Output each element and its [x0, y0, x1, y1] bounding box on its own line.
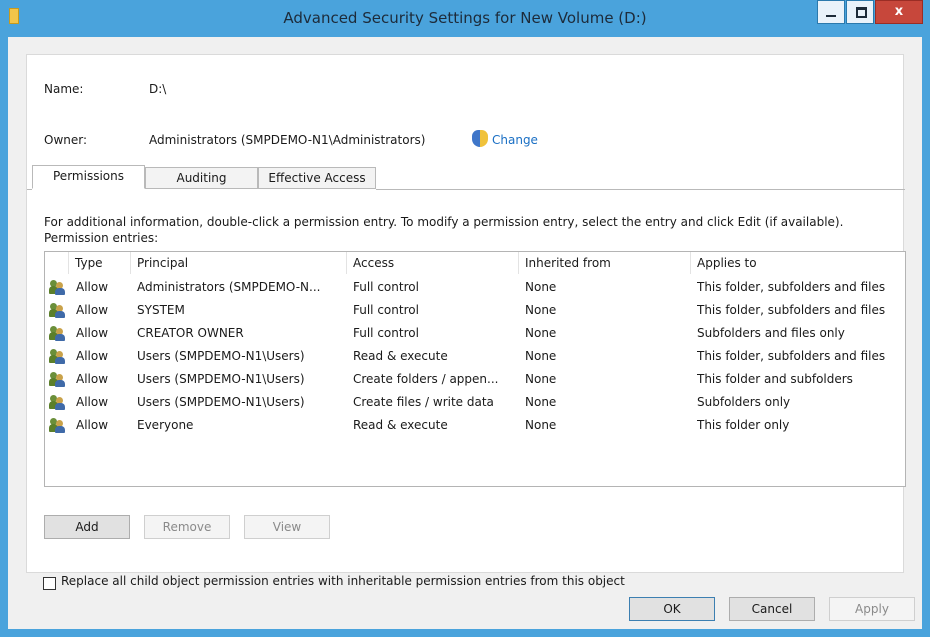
row-applies-to: This folder, subfolders and files [697, 303, 886, 317]
cancel-button[interactable]: Cancel [729, 597, 815, 621]
tab-effective-access[interactable]: Effective Access [258, 167, 376, 189]
owner-value: Administrators (SMPDEMO-N1\Administrator… [149, 133, 426, 147]
title-bar[interactable]: Advanced Security Settings for New Volum… [0, 0, 930, 36]
row-access: Full control [353, 280, 419, 294]
permission-entry-row[interactable]: Allow Users (SMPDEMO-N1\Users) Create file… [45, 391, 905, 414]
replace-permissions-checkbox[interactable] [43, 577, 56, 590]
row-access: Read & execute [353, 349, 448, 363]
row-applies-to: Subfolders only [697, 395, 791, 409]
row-applies-to: This folder, subfolders and files [697, 280, 886, 294]
user-group-icon [49, 303, 65, 318]
name-label: Name: [44, 82, 84, 96]
row-type: Allow [76, 418, 109, 432]
dialog-window: Advanced Security Settings for New Volum… [0, 0, 930, 637]
tab-divider [376, 189, 905, 190]
user-group-icon [49, 326, 65, 341]
user-group-icon [49, 395, 65, 410]
row-access: Create files / write data [353, 395, 494, 409]
row-access: Read & execute [353, 418, 448, 432]
row-applies-to: This folder and subfolders [697, 372, 853, 386]
permission-entries-list[interactable]: Type Principal Access Inherited from App… [44, 251, 906, 487]
permission-entry-row[interactable]: Allow Users (SMPDEMO-N1\Users) Create fold… [45, 368, 905, 391]
user-group-icon [49, 418, 65, 433]
row-applies-to: This folder only [697, 418, 790, 432]
column-header-inherited[interactable]: Inherited from [519, 252, 691, 274]
replace-permissions-label: Replace all child object permission entr… [61, 574, 625, 588]
row-inherited-from: None [525, 418, 557, 432]
user-group-icon [49, 280, 65, 295]
description-text: For additional information, double-click… [44, 215, 844, 229]
permission-entry-row[interactable]: Allow CREATOR OWNER Full control None Subfol… [45, 322, 905, 345]
uac-shield-icon [472, 130, 488, 147]
row-principal: Users (SMPDEMO-N1\Users) [137, 395, 305, 409]
permission-entry-row[interactable]: Allow Users (SMPDEMO-N1\Users) Read & exec… [45, 345, 905, 368]
permission-entry-row[interactable]: Allow SYSTEM Full control None This folder, … [45, 299, 905, 322]
row-type: Allow [76, 280, 109, 294]
column-header-applies-to[interactable]: Applies to [691, 252, 905, 274]
user-group-icon [49, 349, 65, 364]
content-panel: Name: D:\ Owner: Administrators (SMPDEMO… [26, 54, 906, 590]
row-type: Allow [76, 372, 109, 386]
close-icon: x [894, 4, 904, 19]
tab-auditing[interactable]: Auditing [145, 167, 258, 189]
permission-entry-row[interactable]: Allow Everyone Read & execute None This fold… [45, 414, 905, 437]
owner-label: Owner: [44, 133, 88, 147]
row-type: Allow [76, 395, 109, 409]
permission-entry-row[interactable]: Allow Administrators (SMPDEMO-N... Full co… [45, 276, 905, 299]
row-principal: Users (SMPDEMO-N1\Users) [137, 372, 305, 386]
row-type: Allow [76, 349, 109, 363]
row-inherited-from: None [525, 280, 557, 294]
row-type: Allow [76, 326, 109, 340]
row-principal: Everyone [137, 418, 194, 432]
close-button[interactable]: x [875, 0, 923, 24]
user-group-icon [49, 372, 65, 387]
name-value: D:\ [149, 82, 167, 96]
row-principal: Users (SMPDEMO-N1\Users) [137, 349, 305, 363]
tab-permissions[interactable]: Permissions [32, 165, 145, 189]
row-inherited-from: None [525, 349, 557, 363]
add-button[interactable]: Add [44, 515, 130, 539]
permission-entries-label: Permission entries: [44, 231, 159, 245]
apply-button[interactable]: Apply [829, 597, 915, 621]
maximize-button[interactable] [846, 0, 874, 24]
remove-button[interactable]: Remove [144, 515, 230, 539]
column-header-principal[interactable]: Principal [131, 252, 347, 274]
row-access: Full control [353, 326, 419, 340]
row-access: Create folders / appen... [353, 372, 499, 386]
column-header-access[interactable]: Access [347, 252, 519, 274]
row-principal: Administrators (SMPDEMO-N... [137, 280, 321, 294]
row-applies-to: This folder, subfolders and files [697, 349, 886, 363]
row-access: Full control [353, 303, 419, 317]
view-button[interactable]: View [244, 515, 330, 539]
row-type: Allow [76, 303, 109, 317]
row-applies-to: Subfolders and files only [697, 326, 845, 340]
column-header-icon [45, 252, 69, 274]
change-owner-link[interactable]: Change [492, 133, 538, 147]
window-title: Advanced Security Settings for New Volum… [283, 9, 647, 27]
column-header-type[interactable]: Type [69, 252, 131, 274]
tab-divider-left [27, 189, 32, 190]
row-principal: CREATOR OWNER [137, 326, 244, 340]
ok-button[interactable]: OK [629, 597, 715, 621]
row-inherited-from: None [525, 372, 557, 386]
row-inherited-from: None [525, 326, 557, 340]
minimize-button[interactable] [817, 0, 845, 24]
row-inherited-from: None [525, 303, 557, 317]
dialog-client: Name: D:\ Owner: Administrators (SMPDEMO… [8, 37, 922, 629]
row-inherited-from: None [525, 395, 557, 409]
row-principal: SYSTEM [137, 303, 185, 317]
